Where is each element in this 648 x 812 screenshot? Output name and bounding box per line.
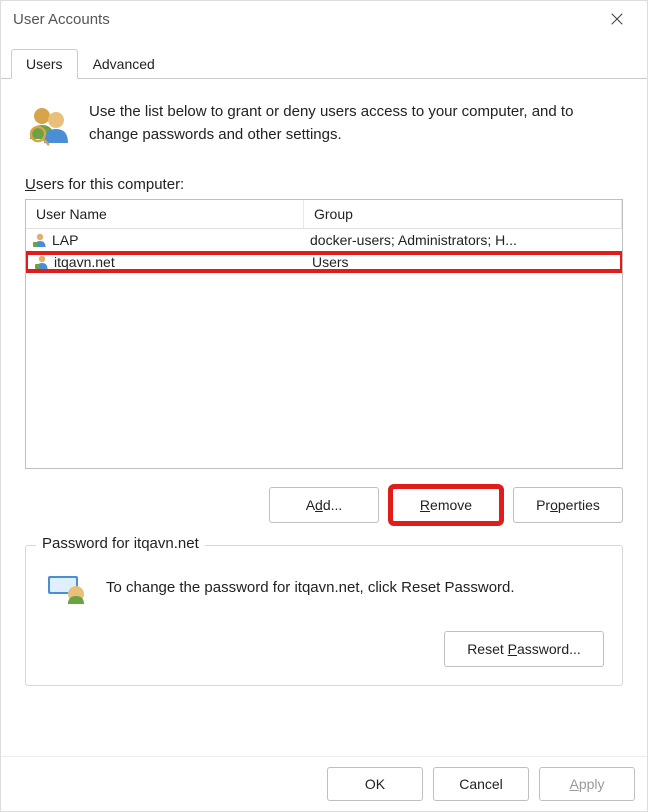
table-row[interactable]: LAP docker-users; Administrators; H...	[26, 229, 622, 251]
close-icon	[610, 12, 624, 26]
table-row-selected[interactable]: itqavn.net Users	[25, 251, 623, 273]
users-list-label: Users for this computer:	[25, 176, 623, 193]
intro-row: Use the list below to grant or deny user…	[25, 101, 623, 152]
properties-button[interactable]: Properties	[513, 487, 623, 523]
col-header-group[interactable]: Group	[304, 200, 622, 228]
intro-text: Use the list below to grant or deny user…	[89, 101, 623, 146]
titlebar: User Accounts	[1, 1, 647, 37]
apply-button: Apply	[539, 767, 635, 801]
cell-username: LAP	[52, 232, 78, 248]
ok-button[interactable]: OK	[327, 767, 423, 801]
user-accounts-window: User Accounts Users Advanced Use the lis…	[0, 0, 648, 812]
tab-content-users: Use the list below to grant or deny user…	[1, 79, 647, 756]
window-title: User Accounts	[13, 11, 110, 28]
password-text: To change the password for itqavn.net, c…	[106, 579, 515, 596]
password-group-legend: Password for itqavn.net	[36, 535, 205, 552]
table-header: User Name Group	[26, 200, 622, 229]
users-icon	[25, 101, 73, 152]
user-icon	[32, 232, 48, 248]
cancel-button[interactable]: Cancel	[433, 767, 529, 801]
tab-strip: Users Advanced	[1, 49, 647, 79]
password-group: Password for itqavn.net To change the pa…	[25, 545, 623, 686]
dialog-button-bar: OK Cancel Apply	[1, 756, 647, 811]
reset-password-button[interactable]: Reset Password...	[444, 631, 604, 667]
tab-advanced[interactable]: Advanced	[78, 49, 170, 78]
user-action-row: Add... Remove Properties	[25, 487, 623, 523]
close-button[interactable]	[595, 5, 639, 33]
add-button[interactable]: Add...	[269, 487, 379, 523]
users-table: User Name Group LAP docker-users; Admini…	[25, 199, 623, 469]
cell-username: itqavn.net	[54, 254, 115, 270]
table-body: LAP docker-users; Administrators; H... i…	[26, 229, 622, 273]
cell-group: docker-users; Administrators; H...	[304, 232, 622, 248]
col-header-username[interactable]: User Name	[26, 200, 304, 228]
keys-icon	[44, 564, 88, 611]
remove-button[interactable]: Remove	[391, 487, 501, 523]
user-icon	[34, 254, 50, 270]
cell-group: Users	[306, 254, 620, 270]
tab-users[interactable]: Users	[11, 49, 78, 79]
